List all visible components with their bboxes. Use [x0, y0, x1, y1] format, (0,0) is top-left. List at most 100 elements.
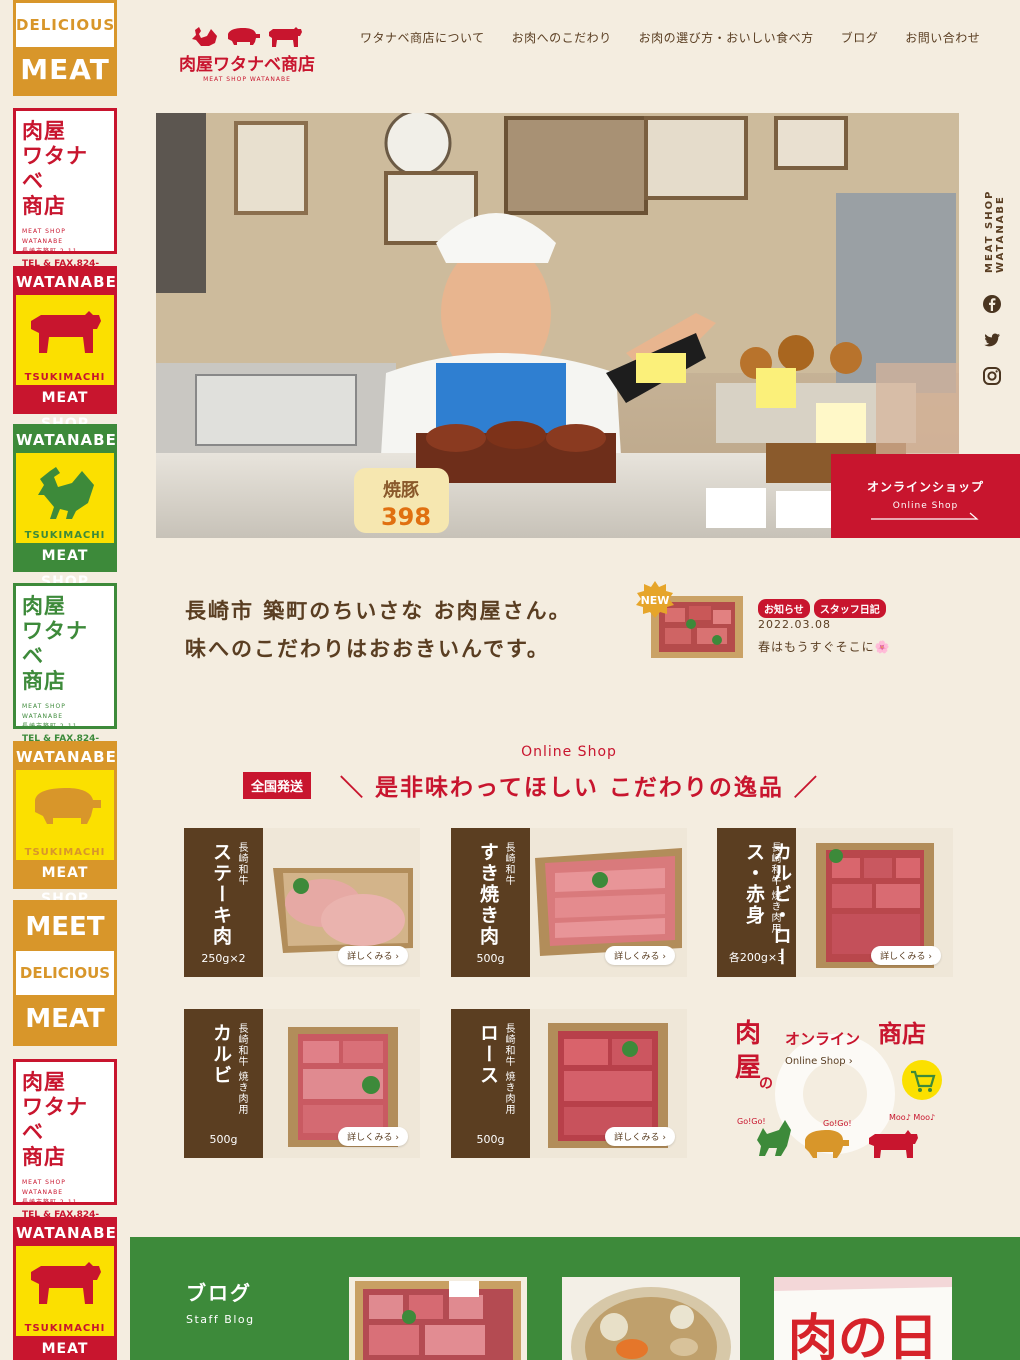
intro-line-2: 味へのこだわりはおおきいんです。 [185, 637, 550, 661]
online-shop-button-title: オンラインショップ [866, 480, 984, 494]
product-sub: 長崎和牛 焼き肉用 [503, 1023, 514, 1116]
news-title[interactable]: 春はもうすぐそこに🌸 [758, 638, 891, 655]
blog-thumb-3[interactable]: 肉の日 [774, 1277, 952, 1360]
tag-staff-diary[interactable]: スタッフ日記 [813, 599, 886, 618]
product-sub: 長崎和牛 [503, 842, 514, 886]
meet-label-b: DELICIOUS [19, 964, 111, 982]
pig-label: WATANABE TSUKIMACHI MEAT SHOP [13, 741, 117, 907]
nav-about[interactable]: ワタナベ商店について [360, 29, 485, 46]
shop-label-green: 肉屋 ワタナベ 商店 MEAT SHOP WATANABE 長崎市築町 2-11… [13, 583, 117, 754]
online-shop-button-sub: Online Shop [892, 501, 959, 511]
rooster-label-body: TSUKIMACHI [16, 453, 114, 543]
product-more-button[interactable]: 詳しくみる › [605, 1127, 675, 1146]
shop-logo-link[interactable]: Online Shop › [785, 1056, 853, 1067]
product-name: カルビ [210, 1023, 232, 1086]
product-weight: 500g [476, 952, 505, 965]
pig-icon [35, 788, 101, 824]
pig-icon [228, 28, 260, 45]
nav-commitment[interactable]: お肉へのこだわり [512, 29, 612, 46]
shop-label-address: 長崎市築町 2-11 [22, 723, 78, 730]
pig-label-place: TSUKIMACHI [24, 847, 106, 858]
arrow-right-icon [871, 512, 979, 520]
twitter-icon[interactable] [982, 330, 1002, 350]
news-date: 2022.03.08 [758, 618, 831, 631]
online-shop-title: ＼ 是非味わってほしい こだわりの逸品 ／ [340, 775, 819, 801]
online-shop-logo[interactable]: 肉 屋 の オンライン 商店 Online Shop › Go!Go! Go!G… [735, 1012, 950, 1162]
shop-label-sub: MEAT SHOP WATANABE [22, 228, 66, 245]
product-label: ロース 長崎和牛 焼き肉用 500g [451, 1009, 530, 1158]
cow-icon [269, 27, 302, 47]
tag-notice[interactable]: お知らせ [758, 599, 810, 618]
product-card-karubi[interactable]: カルビ 長崎和牛 焼き肉用 500g 詳しくみる › [184, 1009, 420, 1158]
cow-label-place: TSUKIMACHI [24, 372, 106, 383]
cow-label-head: WATANABE [16, 1220, 116, 1246]
cow-label-2: WATANABE TSUKIMACHI MEAT SHOP [13, 1217, 117, 1360]
shop-label-name-3: 商店 [22, 194, 66, 218]
blog-sub: Staff Blog [186, 1313, 255, 1326]
product-card-steak[interactable]: ステーキ肉 長崎和牛 250g×2 詳しくみる › [184, 828, 420, 977]
shop-label-address: 長崎市築町 2-11 [22, 248, 78, 255]
product-more-button[interactable]: 詳しくみる › [338, 946, 408, 965]
shop-label-name-1: 肉屋 [22, 119, 66, 143]
hero-price-label: 焼豚 [383, 479, 419, 501]
product-weight: 500g [476, 1133, 505, 1146]
meat-label: DELICIOUS MEAT [13, 0, 117, 96]
online-shop-logo-art: 肉 屋 の オンライン 商店 Online Shop › Go!Go! Go!G… [735, 1019, 942, 1158]
main-nav: ワタナベ商店について お肉へのこだわり お肉の選び方・おいしい食べ方 ブログ お… [360, 29, 980, 46]
meet-label-c: MEAT [16, 995, 114, 1043]
nav-how-to-choose[interactable]: お肉の選び方・おいしい食べ方 [639, 29, 814, 46]
product-name: ステーキ肉 [210, 842, 232, 947]
product-more-button[interactable]: 詳しくみる › [605, 946, 675, 965]
product-weight: 250g×2 [201, 952, 246, 965]
nav-contact[interactable]: お問い合わせ [905, 29, 980, 46]
shop-label-name-2: ワタナベ [22, 144, 88, 193]
product-card-rosu[interactable]: ロース 長崎和牛 焼き肉用 500g 詳しくみる › [451, 1009, 687, 1158]
cow-label-foot: MEAT SHOP [16, 385, 114, 432]
rooster-label: WATANABE TSUKIMACHI MEAT SHOP [13, 424, 117, 590]
product-label: すき焼き肉 長崎和牛 500g [451, 828, 530, 977]
product-sub: 長崎和牛 焼き肉用 [236, 1023, 247, 1116]
cow-label-place: TSUKIMACHI [24, 1323, 106, 1334]
blog-thumb-2[interactable] [562, 1277, 740, 1360]
side-vertical-label: MEAT SHOP WATANABE [984, 189, 1006, 273]
new-badge: NEW [634, 580, 676, 622]
product-more-button[interactable]: 詳しくみる › [871, 946, 941, 965]
cow-label-foot: MEAT SHOP [16, 1336, 114, 1360]
shop-logo-go2: Go!Go! [823, 1119, 852, 1128]
shop-logo-char-1: 肉 [735, 1019, 761, 1049]
cow-icon [31, 311, 101, 353]
shop-label-red: 肉屋 ワタナベ 商店 MEAT SHOP WATANABE 長崎市築町 2-11… [13, 108, 117, 279]
product-weight: 各200g×3 [728, 951, 785, 964]
cow-label-head: WATANABE [16, 269, 116, 295]
meet-label: MEET DELICIOUS MEAT [13, 900, 117, 1046]
facebook-icon[interactable] [982, 294, 1002, 314]
meat-label-bottom: MEAT [16, 47, 114, 93]
shop-logo-moo: Moo♪ Moo♪ [889, 1113, 935, 1122]
product-card-sukiyaki[interactable]: すき焼き肉 長崎和牛 500g 詳しくみる › [451, 828, 687, 977]
shop-logo-go1: Go!Go! [737, 1117, 766, 1126]
product-card-yakiniku-set[interactable]: カルビ・ロース・赤身 長崎和牛 焼き肉用 各200g×3 詳しくみる › [717, 828, 953, 977]
shop-label-sub: MEAT SHOP WATANABE [22, 1179, 66, 1196]
shop-label-name-2: ワタナベ [22, 1095, 88, 1144]
meet-label-a: MEET [16, 903, 114, 951]
new-badge-icon: NEW [636, 581, 674, 618]
product-weight: 500g [209, 1133, 238, 1146]
product-name: すき焼き肉 [477, 842, 499, 947]
product-more-button[interactable]: 詳しくみる › [338, 1127, 408, 1146]
shop-label-sub: MEAT SHOP WATANABE [22, 703, 66, 720]
nav-blog[interactable]: ブログ [841, 29, 879, 46]
blog-section: ブログ Staff Blog 肉の日 [130, 1237, 1020, 1360]
shop-label-name-2: ワタナベ [22, 619, 88, 668]
new-badge-text: NEW [641, 594, 670, 607]
blog-thumb-1[interactable] [349, 1277, 527, 1360]
instagram-icon[interactable] [982, 366, 1002, 386]
cow-icon [31, 1262, 101, 1304]
hero-price-value: 398 [381, 503, 431, 531]
site-logo[interactable]: 肉屋ワタナベ商店 MEAT SHOP WATANABE [172, 26, 322, 83]
shop-logo-char-2: 屋 [735, 1053, 761, 1083]
shop-logo-shop: 商店 [878, 1020, 926, 1048]
shop-label-red-2: 肉屋 ワタナベ 商店 MEAT SHOP WATANABE 長崎市築町 2-11… [13, 1059, 117, 1230]
online-shop-button[interactable]: オンラインショップ Online Shop [831, 454, 1020, 538]
shop-label-address: 長崎市築町 2-11 [22, 1199, 78, 1206]
blog-title: ブログ [186, 1281, 252, 1305]
